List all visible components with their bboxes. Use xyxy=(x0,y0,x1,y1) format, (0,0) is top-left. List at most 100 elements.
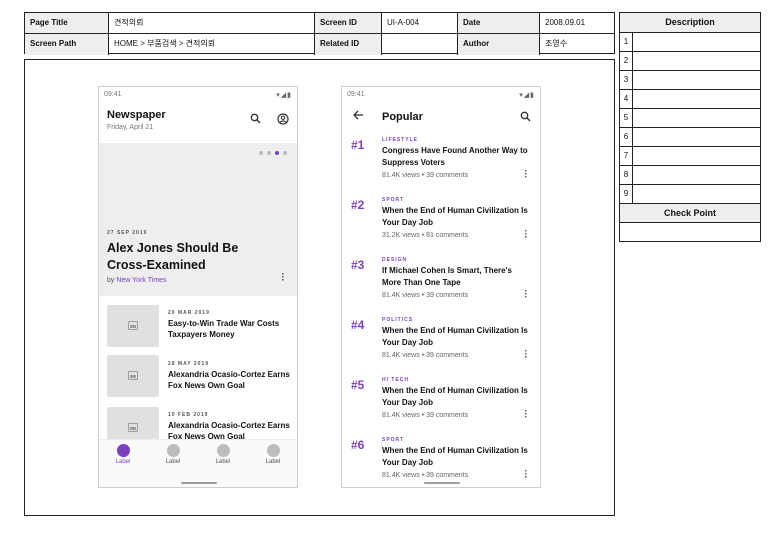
image-icon xyxy=(128,371,138,380)
screen-id-label: Screen ID xyxy=(315,13,382,34)
screen-title: Popular xyxy=(382,111,423,123)
status-time: 09:41 xyxy=(347,91,365,98)
home-indicator xyxy=(181,482,217,484)
rank-number: #2 xyxy=(351,198,365,212)
nav-item[interactable]: Label xyxy=(205,444,241,465)
nav-item[interactable]: Label xyxy=(255,444,291,465)
rank-number: #1 xyxy=(351,138,365,152)
more-vert-icon[interactable]: · · · xyxy=(524,227,528,243)
description-row-number: 2 xyxy=(620,52,633,70)
account-circle-icon[interactable] xyxy=(277,113,289,128)
description-row-number: 3 xyxy=(620,71,633,89)
item-title[interactable]: When the End of Human Civilization Is Yo… xyxy=(382,445,532,468)
item-meta: 31.2K views • 81 comments xyxy=(382,232,469,239)
search-icon[interactable] xyxy=(250,113,261,127)
description-title: Description xyxy=(620,13,760,33)
nav-icon xyxy=(166,444,180,457)
bottom-navigation: Label Label Label Label xyxy=(99,439,297,487)
description-row: 9 xyxy=(620,185,760,204)
more-vert-icon[interactable]: · · · xyxy=(524,287,528,303)
nav-label: Label xyxy=(265,459,281,465)
search-icon[interactable] xyxy=(520,111,531,125)
status-time: 09:41 xyxy=(104,91,122,98)
description-row-number: 1 xyxy=(620,33,633,51)
item-category: SPORT xyxy=(382,437,405,443)
carousel-dot[interactable] xyxy=(283,151,287,155)
nav-icon xyxy=(266,444,280,457)
more-vert-icon[interactable]: · · · xyxy=(281,270,285,286)
item-category: POLITICS xyxy=(382,317,414,323)
nav-icon xyxy=(216,444,230,457)
rank-number: #4 xyxy=(351,318,365,332)
item-title[interactable]: When the End of Human Civilization Is Yo… xyxy=(382,205,532,228)
item-category: DESIGN xyxy=(382,257,408,263)
nav-icon xyxy=(116,444,130,457)
description-panel: Description 1 2 3 4 5 6 7 8 9 Check Poin… xyxy=(619,12,761,242)
article-date: 20 MAR 2019 xyxy=(168,310,210,316)
article-thumbnail[interactable] xyxy=(107,355,159,397)
popular-screen: 09:41 ▾◢▮ Popular #1 LIFESTYLE Congress … xyxy=(341,86,541,488)
description-row-number: 4 xyxy=(620,90,633,108)
status-icons: ▾◢▮ xyxy=(276,91,292,99)
featured-byline: by New York Times xyxy=(107,277,167,284)
description-row: 4 xyxy=(620,90,760,109)
nav-item[interactable]: Label xyxy=(155,444,191,465)
item-meta: 81.4K views • 39 comments xyxy=(382,172,469,179)
item-meta: 81.4K views • 39 comments xyxy=(382,292,469,299)
screen-id-value: UI-A-004 xyxy=(382,13,458,34)
status-bar: 09:41 ▾◢▮ xyxy=(99,87,297,103)
item-meta: 81.4K views • 39 comments xyxy=(382,352,469,359)
app-title: Newspaper xyxy=(107,109,166,121)
status-bar: 09:41 ▾◢▮ xyxy=(342,87,540,103)
item-title[interactable]: Congress Have Found Another Way to Suppr… xyxy=(382,145,532,168)
date-value: 2008.09.01 xyxy=(540,13,614,34)
description-row-number: 7 xyxy=(620,147,633,165)
check-point-title: Check Point xyxy=(620,204,760,223)
description-row: 7 xyxy=(620,147,760,166)
screen-path-value: HOME > 부품검색 > 견적의뢰 xyxy=(109,34,315,55)
article-date: 10 FEB 2019 xyxy=(168,412,209,418)
byline-prefix: by xyxy=(107,277,115,284)
article-date: 28 MAY 2019 xyxy=(168,361,210,367)
description-row: 5 xyxy=(620,109,760,128)
newspaper-screen: 09:41 ▾◢▮ Newspaper Friday, April 21 27 … xyxy=(98,86,298,488)
article-title[interactable]: Easy-to-Win Trade War Costs Taxpayers Mo… xyxy=(168,318,292,340)
author-label: Author xyxy=(458,34,540,55)
nav-label: Label xyxy=(215,459,231,465)
item-category: HI TECH xyxy=(382,377,409,383)
more-vert-icon[interactable]: · · · xyxy=(524,347,528,363)
article-title[interactable]: Alexandria Ocasio-Cortez Earns Fox News … xyxy=(168,369,292,391)
featured-source-link[interactable]: New York Times xyxy=(116,277,166,284)
more-vert-icon[interactable]: · · · xyxy=(524,407,528,423)
item-category: LIFESTYLE xyxy=(382,137,418,143)
description-row-number: 9 xyxy=(620,185,633,203)
description-row: 1 xyxy=(620,33,760,52)
image-icon xyxy=(128,321,138,330)
app-date: Friday, April 21 xyxy=(107,124,154,131)
item-title[interactable]: If Michael Cohen Is Smart, There's More … xyxy=(382,265,532,288)
status-icons: ▾◢▮ xyxy=(519,91,535,99)
item-title[interactable]: When the End of Human Civilization Is Yo… xyxy=(382,325,532,348)
page-title-label: Page Title xyxy=(25,13,109,34)
nav-label: Label xyxy=(165,459,181,465)
image-icon xyxy=(128,423,138,432)
arrow-back-icon[interactable] xyxy=(352,109,364,124)
article-thumbnail[interactable] xyxy=(107,305,159,347)
rank-number: #5 xyxy=(351,378,365,392)
item-meta: 81.4K views • 39 comments xyxy=(382,472,469,479)
more-vert-icon[interactable]: · · · xyxy=(524,167,528,183)
item-title[interactable]: When the End of Human Civilization Is Yo… xyxy=(382,385,532,408)
description-row: 3 xyxy=(620,71,760,90)
page-title-value: 견적의뢰 xyxy=(109,13,315,34)
nav-item-active[interactable]: Label xyxy=(105,444,141,465)
date-label: Date xyxy=(458,13,540,34)
featured-title[interactable]: Alex Jones Should Be Cross-Examined xyxy=(107,240,257,274)
carousel-dot[interactable] xyxy=(259,151,263,155)
featured-date: 27 SEP 2019 xyxy=(107,230,148,236)
battery-icon: ▮ xyxy=(530,92,535,99)
description-row: 2 xyxy=(620,52,760,71)
more-vert-icon[interactable]: · · · xyxy=(524,467,528,483)
carousel-dot[interactable] xyxy=(267,151,271,155)
description-row-number: 5 xyxy=(620,109,633,127)
carousel-dot-active[interactable] xyxy=(275,151,279,155)
